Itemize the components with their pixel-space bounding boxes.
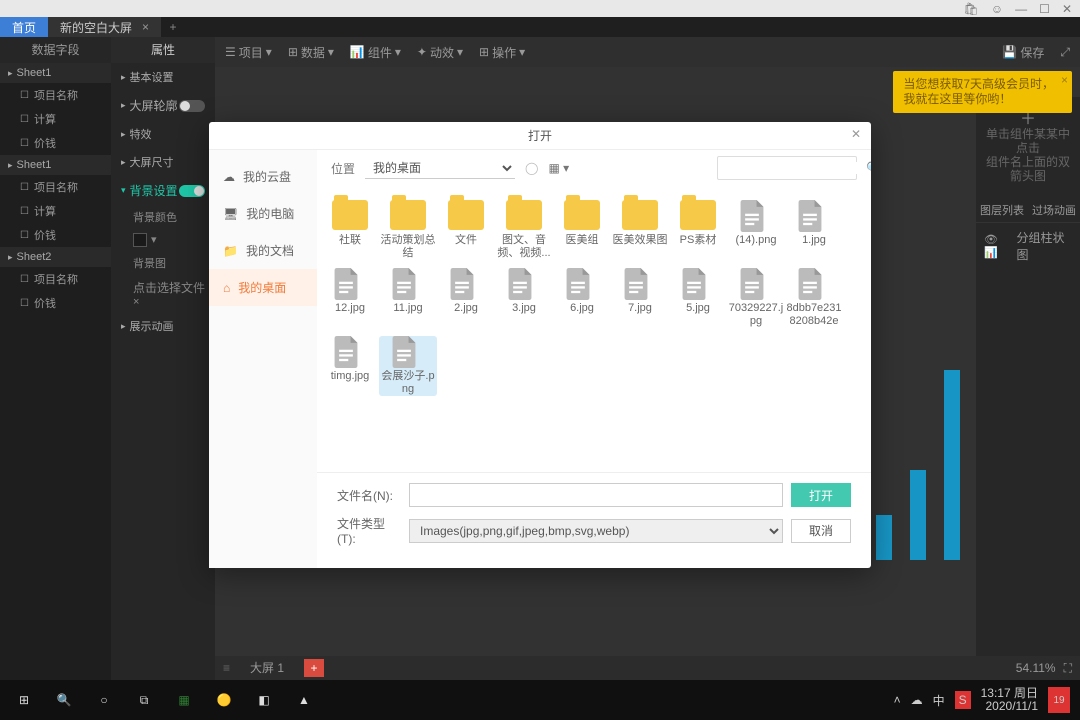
file-item[interactable]: 70329227.jpg xyxy=(727,268,785,328)
file-label: 7.jpg xyxy=(611,302,669,315)
side-cloud[interactable]: ☁ 我的云盘 xyxy=(209,158,317,195)
dialog-title: 打开 ✕ xyxy=(209,122,871,150)
file-label: timg.jpg xyxy=(321,370,379,383)
file-label: 医美效果图 xyxy=(611,234,669,247)
history-back-icon[interactable]: ◯ xyxy=(525,161,538,175)
file-label: (14).png xyxy=(727,234,785,247)
file-item[interactable]: 5.jpg xyxy=(669,268,727,328)
file-item[interactable]: 11.jpg xyxy=(379,268,437,328)
folder-item[interactable]: 活动策划总结 xyxy=(379,200,437,260)
open-file-dialog: 打开 ✕ ☁ 我的云盘 🖥 我的电脑 📁 我的文档 ⌂ 我的桌面 位置 我的桌面… xyxy=(209,122,871,568)
dialog-footer: 文件名(N): 打开 文件类型(T): Images(jpg,png,gif,j… xyxy=(317,472,871,568)
file-label: 12.jpg xyxy=(321,302,379,315)
dialog-close-icon[interactable]: ✕ xyxy=(851,127,861,141)
filetype-select[interactable]: Images(jpg,png,gif,jpeg,bmp,svg,webp) xyxy=(409,519,783,543)
location-select[interactable]: 我的桌面 xyxy=(365,158,515,179)
folder-item[interactable]: 文件 xyxy=(437,200,495,260)
view-mode-icon[interactable]: ▦ ▾ xyxy=(548,161,569,175)
file-item[interactable]: (14).png xyxy=(727,200,785,260)
file-grid: 社联活动策划总结文件图文、音频、视频...医美组医美效果图PS素材(14).pn… xyxy=(317,186,871,472)
search-box[interactable]: 🔍 xyxy=(717,156,857,180)
filetype-label: 文件类型(T): xyxy=(337,515,401,546)
search-input[interactable] xyxy=(724,162,866,174)
filename-input[interactable] xyxy=(409,483,783,507)
dialog-toolbar: 位置 我的桌面 ◯ ▦ ▾ 🔍 xyxy=(317,150,871,186)
filename-label: 文件名(N): xyxy=(337,487,401,504)
file-item[interactable]: 8dbb7e2318208b42ea... xyxy=(785,268,843,328)
folder-item[interactable]: 图文、音频、视频... xyxy=(495,200,553,260)
file-label: 70329227.jpg xyxy=(727,302,785,328)
search-icon[interactable]: 🔍 xyxy=(866,161,871,175)
file-label: 2.jpg xyxy=(437,302,495,315)
file-item[interactable]: 2.jpg xyxy=(437,268,495,328)
file-item[interactable]: 1.jpg xyxy=(785,200,843,260)
file-label: 11.jpg xyxy=(379,302,437,315)
file-label: 1.jpg xyxy=(785,234,843,247)
file-label: 社联 xyxy=(321,234,379,247)
file-label: 活动策划总结 xyxy=(379,234,437,260)
folder-item[interactable]: PS素材 xyxy=(669,200,727,260)
open-button[interactable]: 打开 xyxy=(791,483,851,507)
file-label: 文件 xyxy=(437,234,495,247)
dialog-sidebar: ☁ 我的云盘 🖥 我的电脑 📁 我的文档 ⌂ 我的桌面 xyxy=(209,150,317,568)
file-label: 医美组 xyxy=(553,234,611,247)
file-label: 图文、音频、视频... xyxy=(495,234,553,260)
file-item[interactable]: 12.jpg xyxy=(321,268,379,328)
folder-item[interactable]: 医美效果图 xyxy=(611,200,669,260)
file-label: 6.jpg xyxy=(553,302,611,315)
folder-item[interactable]: 社联 xyxy=(321,200,379,260)
file-item[interactable]: timg.jpg xyxy=(321,336,379,396)
side-pc[interactable]: 🖥 我的电脑 xyxy=(209,195,317,232)
side-docs[interactable]: 📁 我的文档 xyxy=(209,232,317,269)
file-item[interactable]: 3.jpg xyxy=(495,268,553,328)
file-label: 8dbb7e2318208b42ea... xyxy=(785,302,843,328)
side-desktop[interactable]: ⌂ 我的桌面 xyxy=(209,269,317,306)
folder-item[interactable]: 医美组 xyxy=(553,200,611,260)
file-item[interactable]: 7.jpg xyxy=(611,268,669,328)
file-item[interactable]: 会展沙子.png xyxy=(379,336,437,396)
file-label: PS素材 xyxy=(669,234,727,247)
file-label: 5.jpg xyxy=(669,302,727,315)
file-label: 会展沙子.png xyxy=(379,370,437,396)
cancel-button[interactable]: 取消 xyxy=(791,519,851,543)
file-item[interactable]: 6.jpg xyxy=(553,268,611,328)
modal-overlay: 打开 ✕ ☁ 我的云盘 🖥 我的电脑 📁 我的文档 ⌂ 我的桌面 位置 我的桌面… xyxy=(0,0,1080,720)
location-label: 位置 xyxy=(331,160,355,177)
file-label: 3.jpg xyxy=(495,302,553,315)
